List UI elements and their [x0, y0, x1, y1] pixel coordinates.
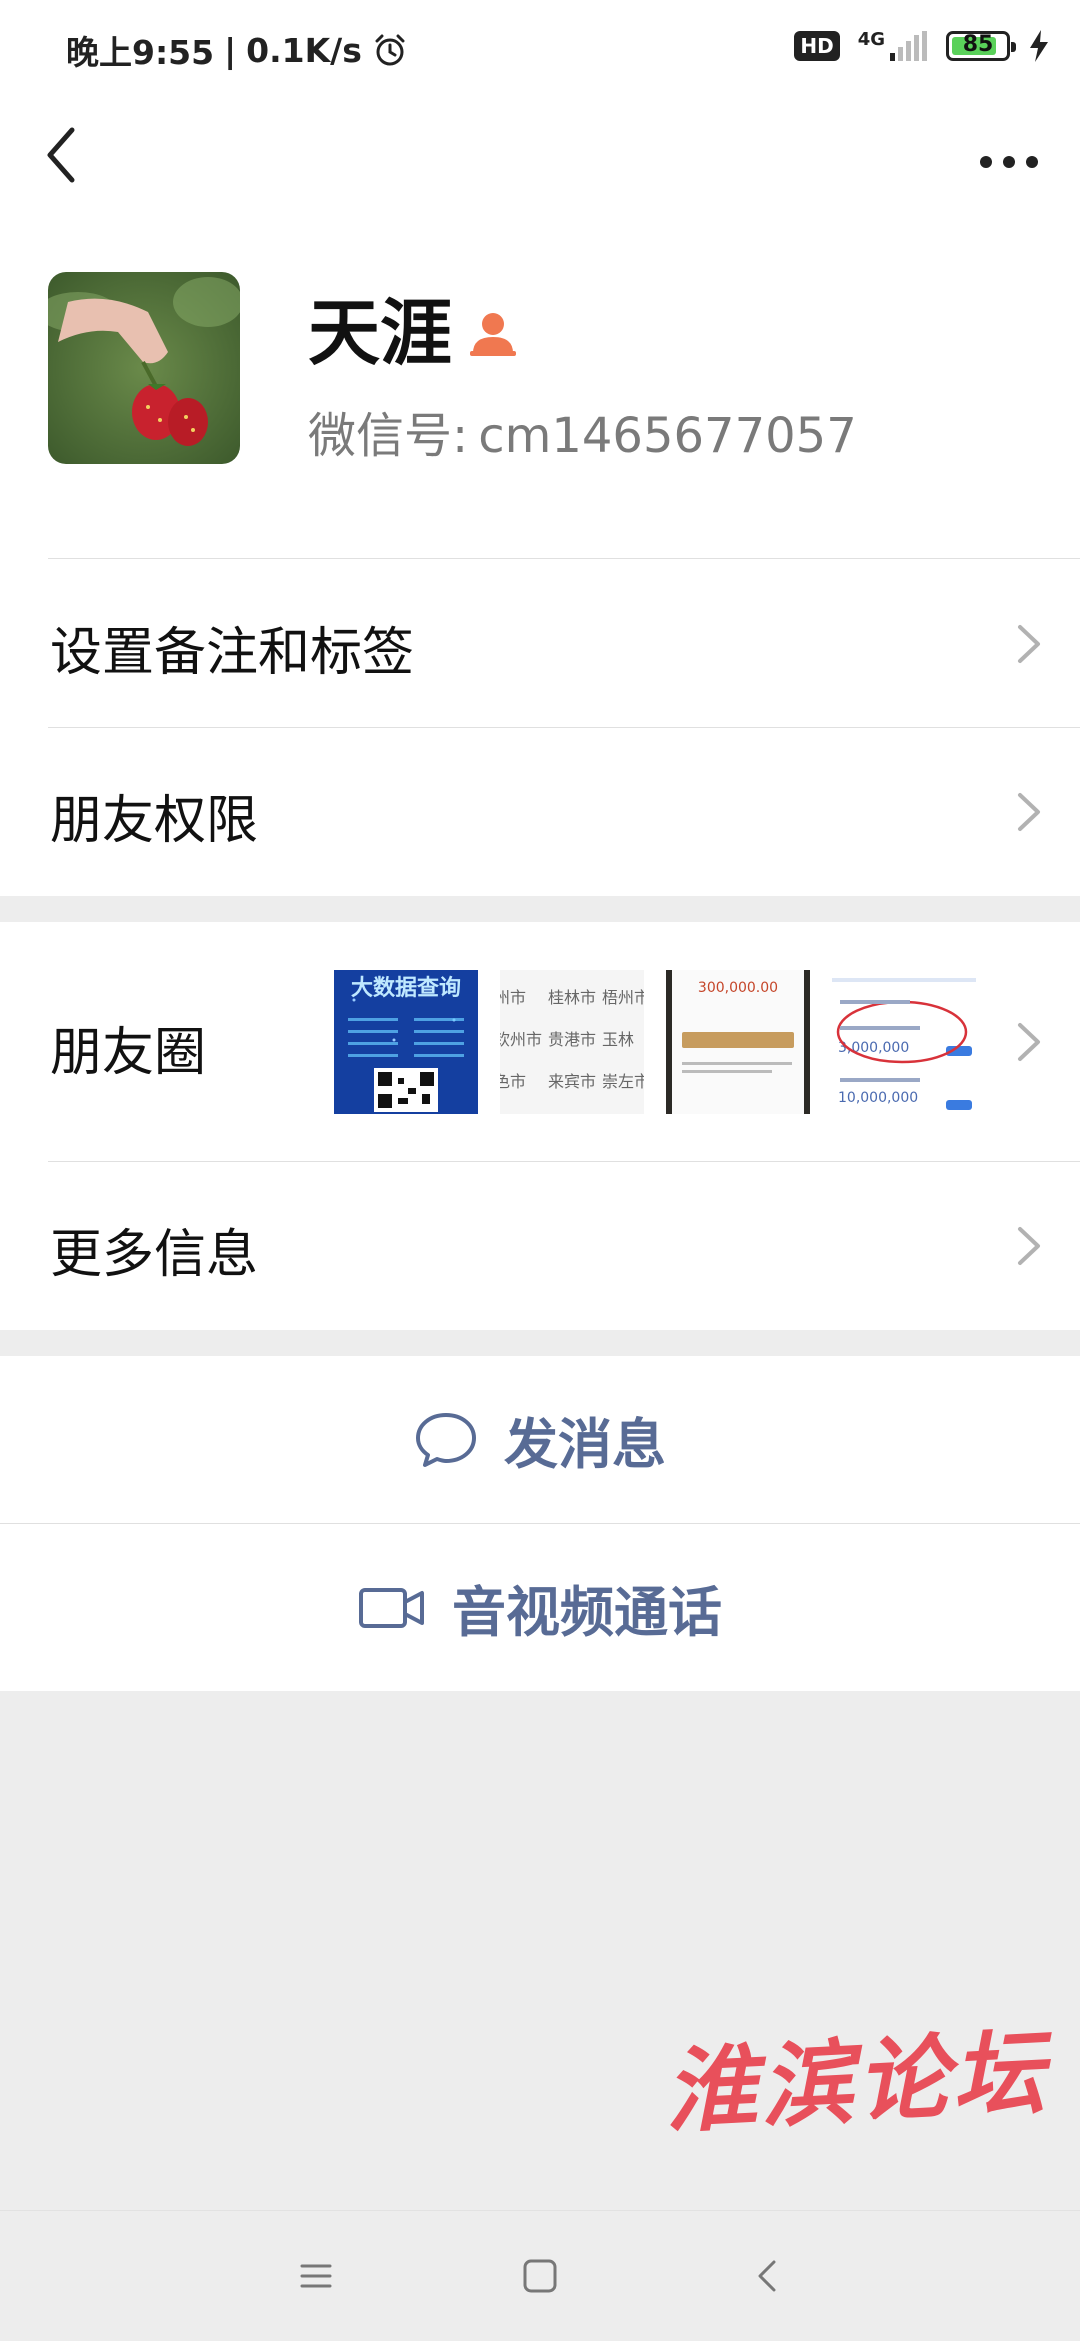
video-camera-icon	[359, 1587, 424, 1628]
thumb4-tag	[946, 1100, 972, 1110]
thumb3-text-line	[682, 1070, 772, 1073]
city-label: 桂林市	[548, 988, 597, 1007]
status-time: 晚上9:55	[66, 33, 215, 72]
divider	[48, 558, 1080, 559]
avatar-image	[48, 272, 240, 464]
friend-permissions-label: 朋友权限	[50, 791, 259, 851]
send-message-button[interactable]: 发消息	[0, 1356, 1080, 1523]
battery-tip	[1011, 42, 1016, 52]
wechat-id-label: 微信号:	[308, 408, 469, 464]
signal-icon	[890, 31, 927, 61]
home-icon[interactable]	[520, 2256, 560, 2296]
video-call-label: 音视频通话	[452, 1581, 722, 1644]
city-label: 来宾市	[548, 1072, 597, 1091]
chevron-right-icon	[1018, 1023, 1040, 1061]
more-dots-icon	[980, 156, 1038, 168]
thumb1-title: 大数据查询	[350, 976, 461, 1001]
forum-watermark: 淮滨论坛	[661, 2018, 1051, 2146]
back-nav-icon[interactable]	[748, 2256, 788, 2296]
profile-header: 天涯 微信号: cm1465677057	[0, 210, 1080, 560]
wechat-id-value: cm1465677057	[478, 408, 857, 464]
city-label: 州市	[500, 988, 527, 1007]
nav-bar	[0, 100, 1080, 210]
moments-thumbnails: 大数据查询 州市 桂林市 梧州市钦州市 贵港市 玉林色市 来宾市 崇左市 300,000.0…	[334, 970, 976, 1114]
video-call-button[interactable]: 音视频通话	[0, 1524, 1080, 1691]
system-nav-bar	[0, 2210, 1080, 2341]
city-grid: 州市 桂林市 梧州市钦州市 贵港市 玉林色市 来宾市 崇左市	[500, 984, 644, 1092]
status-left: 晚上9:55 | 0.1K/s	[66, 26, 408, 74]
chevron-right-icon	[1018, 625, 1040, 663]
moment-thumbnail: 大数据查询	[334, 970, 478, 1114]
network-type: 4G	[857, 29, 885, 50]
chevron-right-icon	[1018, 793, 1040, 831]
back-arrow-icon	[47, 127, 75, 183]
moment-thumbnail: 3,000,000 10,000,000	[832, 970, 976, 1114]
remarks-tags-cell[interactable]: 设置备注和标签	[0, 560, 1080, 728]
status-bar: 晚上9:55 | 0.1K/s HD 4G 85	[0, 0, 1080, 100]
back-button[interactable]	[36, 120, 106, 190]
signal-group: 4G	[858, 31, 928, 61]
contact-badge-icon	[470, 313, 517, 356]
more-options-button[interactable]	[964, 120, 1054, 190]
moments-cell[interactable]: 朋友圈 大数据查询 州市 桂林市 梧州市 钦州市 贵港市 玉林 色市 来宾市 崇…	[0, 922, 1080, 1162]
status-right: HD 4G 85	[794, 30, 1050, 62]
more-info-label: 更多信息	[50, 1225, 259, 1285]
send-message-label: 发消息	[504, 1413, 666, 1476]
more-info-cell[interactable]: 更多信息	[0, 1162, 1080, 1330]
chevron-right-icon	[1018, 1227, 1040, 1265]
avatar[interactable]	[48, 272, 240, 464]
friend-permissions-cell[interactable]: 朋友权限	[0, 728, 1080, 896]
moments-label: 朋友圈	[50, 1023, 207, 1083]
chat-bubble-icon	[416, 1412, 476, 1467]
city-label: 梧州市	[602, 988, 644, 1007]
battery-icon: 85	[946, 31, 1016, 61]
city-label: 色市	[500, 1072, 527, 1091]
status-speed: 0.1K/s	[246, 30, 362, 70]
remarks-tags-label: 设置备注和标签	[50, 623, 415, 683]
contact-name: 天涯	[308, 291, 453, 375]
name-row: 天涯	[308, 288, 517, 378]
moment-thumbnail: 州市 桂林市 梧州市钦州市 贵港市 玉林色市 来宾市 崇左市	[500, 970, 644, 1114]
menu-icon[interactable]	[296, 2256, 336, 2296]
charging-icon	[1030, 30, 1048, 62]
thumb3-button	[682, 1032, 794, 1048]
city-label: 钦州市	[500, 1030, 543, 1049]
status-separator: |	[224, 30, 237, 70]
thumb3-amount: 300,000.00	[697, 980, 779, 996]
city-label: 崇左市	[602, 1072, 644, 1091]
city-label: 玉林	[602, 1030, 635, 1049]
battery-level: 85	[962, 32, 994, 57]
moment-thumbnail: 300,000.00	[666, 970, 810, 1114]
thumb4-amount2: 10,000,000	[838, 1090, 919, 1106]
hd-badge: HD	[794, 31, 840, 61]
thumb3-text-line	[682, 1062, 792, 1065]
alarm-icon	[375, 34, 405, 66]
city-label: 贵港市	[548, 1030, 597, 1049]
wechat-id-row: 微信号: cm1465677057	[308, 396, 857, 466]
